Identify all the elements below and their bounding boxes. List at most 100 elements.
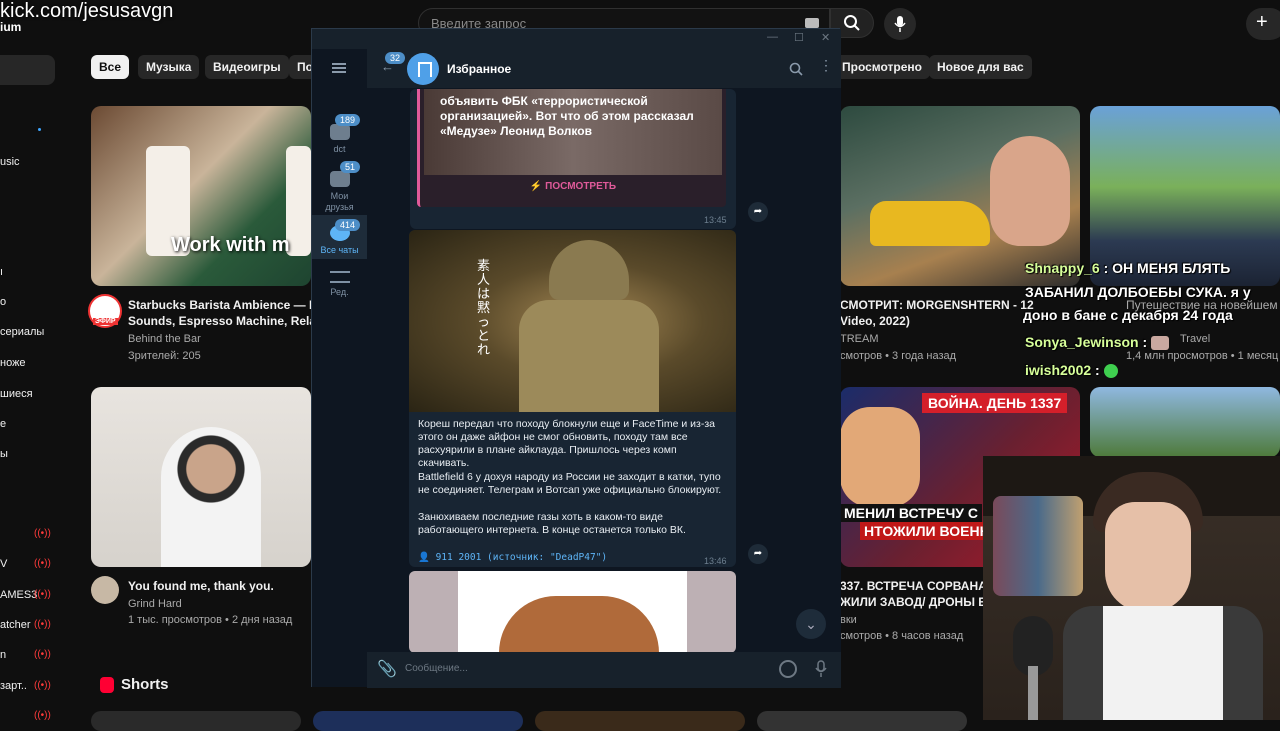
create-button[interactable]: + <box>1246 8 1280 40</box>
link-preview[interactable]: объявить ФБК «террористической организац… <box>417 89 726 207</box>
emoji-icon[interactable] <box>779 660 797 678</box>
channel-name[interactable]: TREAM <box>840 333 879 345</box>
plus-icon: + <box>1256 11 1268 33</box>
message-composer: 📎 Сообщение... <box>367 652 841 688</box>
chip-all[interactable]: Все <box>91 55 130 79</box>
live-icon: ((•)) <box>34 589 51 600</box>
channel-name[interactable]: Grind Hard <box>128 598 182 610</box>
short-thumbnail[interactable] <box>313 711 523 731</box>
video-title-line[interactable]: 337. ВСТРЕЧА СОРВАНА/ <box>840 578 990 594</box>
chat-username: Shnappy_6 <box>1025 260 1100 276</box>
folder-my-friends[interactable]: Мои друзья 51 <box>312 161 367 213</box>
emote-icon <box>1151 336 1170 351</box>
webcam-feed <box>983 456 1280 720</box>
video-thumbnail[interactable] <box>1090 106 1280 286</box>
sidebar-item[interactable]: шиеся <box>0 388 33 400</box>
close-icon[interactable]: ✕ <box>821 31 830 44</box>
more-vertical-icon[interactable]: ⋮ <box>819 58 833 72</box>
video-title-line[interactable]: Starbucks Barista Ambience — Re <box>128 297 324 313</box>
menu-icon[interactable] <box>332 63 346 73</box>
mic-icon[interactable] <box>815 660 827 678</box>
thumb-caption: Work with m <box>171 234 290 256</box>
chat-message: iwish2002 : <box>1025 362 1118 379</box>
chip-new-for-you[interactable]: Новое для вас <box>929 55 1032 79</box>
window-titlebar[interactable]: — ☐ ✕ <box>312 29 841 49</box>
sidebar-channel[interactable]: AMES3 <box>0 589 37 601</box>
search-icon <box>844 15 860 31</box>
chip-videogames[interactable]: Видеоигры <box>205 55 289 79</box>
forward-button[interactable]: ➦ <box>748 202 768 222</box>
video-thumbnail[interactable] <box>91 387 311 567</box>
sidebar-channel[interactable]: n <box>0 649 6 661</box>
sidebar-channel[interactable]: atcher <box>0 619 31 631</box>
face-shape <box>840 407 920 507</box>
short-thumbnail[interactable] <box>535 711 745 731</box>
channel-name[interactable]: Travel <box>1180 333 1210 345</box>
short-thumbnail[interactable] <box>91 711 301 731</box>
folder-all-chats[interactable]: Все чаты 414 <box>312 215 367 259</box>
chat-username: iwish2002 <box>1025 362 1092 378</box>
message-bubble[interactable]: объявить ФБК «террористической организац… <box>410 89 736 229</box>
message-paragraph: Battlefield 6 у дохуя народу из России н… <box>418 471 722 496</box>
video-title-line[interactable]: ЖИЛИ ЗАВОД/ ДРОНЫ Е <box>840 594 986 610</box>
chat-title[interactable]: Избранное <box>447 62 511 76</box>
video-title-line[interactable]: СМОТРИТ: MORGENSHTERN - 12 <box>840 297 1034 313</box>
live-icon: ((•)) <box>34 649 51 660</box>
video-title[interactable]: You found me, thank you. <box>128 578 274 594</box>
video-thumbnail[interactable] <box>1090 387 1280 457</box>
folder-label: dct <box>333 144 346 154</box>
channel-name[interactable]: Behind the Bar <box>128 333 201 345</box>
minimize-icon[interactable]: — <box>767 31 778 43</box>
shorts-heading: Shorts <box>121 676 169 693</box>
folder-label: Ред. <box>330 287 349 297</box>
message-input[interactable]: Сообщение... <box>405 663 468 674</box>
maximize-icon[interactable]: ☐ <box>794 31 804 44</box>
attach-icon[interactable]: 📎 <box>377 659 397 679</box>
sidebar-item[interactable]: ы <box>0 448 8 460</box>
forward-button[interactable]: ➦ <box>748 544 768 564</box>
live-icon: ((•)) <box>34 619 51 630</box>
channel-name[interactable]: вки <box>840 614 857 626</box>
channel-avatar[interactable] <box>91 576 119 604</box>
keyboard-icon[interactable] <box>805 18 819 28</box>
streamer-face <box>1105 502 1191 612</box>
sidebar-item-music[interactable]: usic <box>0 156 20 168</box>
sidebar-channel[interactable]: зарт.. <box>0 680 27 692</box>
thumb-text: НТОЖИЛИ ВОЕНН <box>860 522 994 540</box>
folder-dct[interactable]: dct 189 <box>312 114 367 154</box>
sidebar-item-series[interactable]: сериалы <box>0 326 44 338</box>
sidebar-item[interactable]: e <box>0 418 6 430</box>
view-button[interactable]: ⚡ ПОСМОТРЕТЬ <box>424 181 722 192</box>
telegram-window: — ☐ ✕ dct 189 Мои друзья 51 Все чаты 414 Ре… <box>311 28 841 688</box>
short-thumbnail[interactable] <box>757 711 967 731</box>
sidebar-item[interactable]: ноже <box>0 357 26 369</box>
stream-watermark: kick.com/jesusavgn <box>0 0 174 22</box>
video-thumbnail[interactable] <box>840 106 1080 286</box>
chat-text: : <box>1142 334 1148 350</box>
chip-watched[interactable]: Просмотрено <box>834 55 931 79</box>
live-icon: ((•)) <box>34 710 51 721</box>
photo-soldier[interactable]: 素人は黙っとれ <box>409 230 736 412</box>
live-badge: ЭФИР <box>93 318 118 325</box>
chat-message: ЗАБАНИЛ ДОЛБОЕБЫ СУКА. я у <box>1025 284 1251 300</box>
folder-edit[interactable]: Ред. <box>312 271 367 297</box>
sidebar-item[interactable]: ı <box>0 266 3 278</box>
channel-avatar[interactable]: ЭФИР <box>88 294 122 328</box>
sidebar-item[interactable]: o <box>0 296 6 308</box>
sidebar-active-item[interactable] <box>0 55 55 85</box>
car-shape <box>870 201 990 246</box>
message-bubble[interactable]: 素人は黙っとれ Кореш передал что походу блокнул… <box>409 230 736 567</box>
photo-message[interactable] <box>409 571 736 653</box>
sidebar-dot <box>38 128 41 131</box>
saved-messages-avatar[interactable] <box>407 53 439 85</box>
message-list[interactable]: объявить ФБК «террористической организац… <box>367 89 841 653</box>
search-icon[interactable] <box>789 62 803 76</box>
scroll-down-button[interactable]: ⌄ <box>796 609 826 639</box>
video-title-line[interactable]: Sounds, Espresso Machine, Relax <box>128 313 323 329</box>
live-icon: ((•)) <box>34 528 51 539</box>
voice-search-button[interactable] <box>884 8 916 40</box>
video-title-line[interactable]: Video, 2022) <box>840 313 910 329</box>
sidebar-channel[interactable]: V <box>0 558 7 570</box>
video-thumbnail[interactable]: Work with m <box>91 106 311 286</box>
chip-music[interactable]: Музыка <box>138 55 200 79</box>
